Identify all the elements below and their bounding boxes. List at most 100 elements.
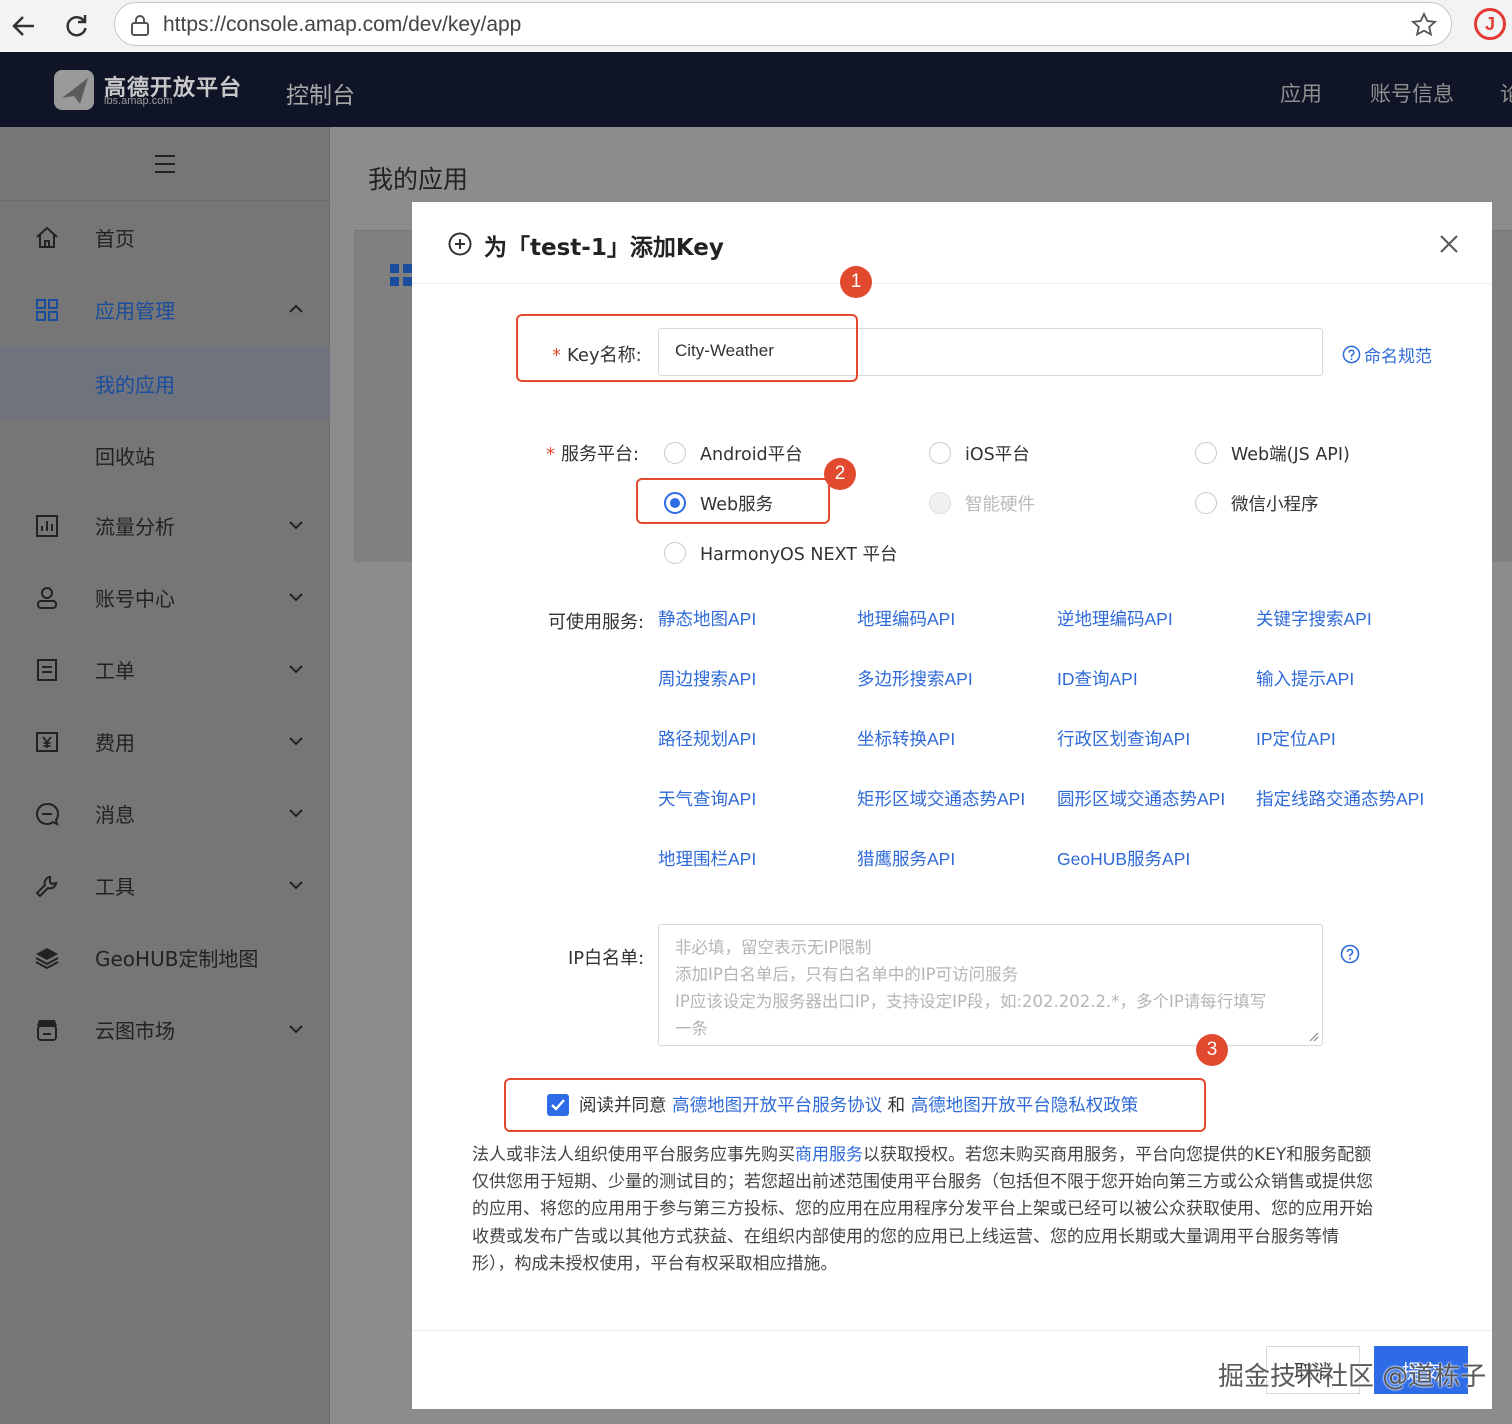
platform-label-text: 服务平台: [561, 444, 640, 465]
placeholder-line: 非必填，留空表示无IP限制 [675, 938, 872, 957]
radio-dot [664, 442, 686, 464]
sidebar-item-label: 工单 [95, 659, 135, 683]
service-link[interactable]: 静态地图API [658, 606, 756, 631]
notice-line: 收费或发布广告或以其他方式获益、在组织内部使用的您的应用已上线运营、您的应用长期… [472, 1226, 1339, 1247]
service-link[interactable]: 关键字搜索API [1256, 606, 1372, 631]
nav-more[interactable]: 论 [1500, 78, 1512, 108]
notice-line: 仅供您用于短期、少量的测试目的；若您超出前述范围使用平台服务（包括但不限于您开始… [472, 1172, 1373, 1193]
service-link[interactable]: 圆形区域交通态势API [1057, 786, 1225, 811]
radio-harmony[interactable]: HarmonyOS NEXT 平台 [664, 540, 898, 566]
close-icon[interactable] [1438, 233, 1460, 255]
app-grid-icon [390, 264, 412, 286]
wrench-icon [35, 875, 58, 898]
service-link[interactable]: 输入提示API [1256, 666, 1354, 691]
service-link[interactable]: 地理编码API [857, 606, 955, 631]
annotation-box-key-name [516, 314, 858, 382]
home-icon [36, 226, 58, 248]
profile-avatar-icon[interactable]: J [1474, 8, 1506, 40]
radio-hardware: 智能硬件 [929, 490, 1035, 516]
reload-icon [66, 15, 87, 37]
annotation-box-platform [636, 478, 830, 524]
service-link[interactable]: 路径规划API [658, 726, 756, 751]
yuan-icon [36, 732, 58, 752]
sidebar-item-tools[interactable]: 工具 [0, 857, 330, 917]
commercial-service-link[interactable]: 商用服务 [795, 1145, 863, 1165]
ip-whitelist-label: IP白名单: [568, 948, 645, 969]
sidebar-item-app-manage[interactable]: 应用管理 [0, 281, 330, 341]
radio-ios[interactable]: iOS平台 [929, 440, 1030, 466]
service-link[interactable]: 逆地理编码API [1057, 606, 1173, 631]
sidebar-item-traffic[interactable]: 流量分析 [0, 497, 330, 557]
sidebar-item-label: 回收站 [95, 445, 155, 469]
notice-line: 形），构成未授权使用，平台有权采取相应措施。 [472, 1253, 838, 1274]
chevron-up-icon [289, 304, 303, 313]
notice-line: 的应用、将您的应用用于参与第三方投标、您的应用在应用程序分发平台上架或已经可以被… [472, 1199, 1373, 1220]
sidebar-item-recycle[interactable]: 回收站 [0, 419, 330, 491]
nav-apps[interactable]: 应用 [1280, 78, 1322, 108]
sidebar-divider [0, 200, 330, 201]
sidebar-item-account[interactable]: 账号中心 [0, 569, 330, 629]
chevron-down-icon [289, 1025, 303, 1034]
chevron-down-icon [289, 521, 303, 530]
reload-button[interactable] [56, 6, 96, 46]
sidebar-item-label: 工具 [95, 875, 135, 899]
annotation-box-agreement [504, 1078, 1206, 1132]
service-link[interactable]: 坐标转换API [857, 726, 955, 751]
naming-rule-text: 命名规范 [1364, 347, 1432, 367]
radio-android[interactable]: Android平台 [664, 440, 803, 466]
sidebar-item-geohub[interactable]: GeoHUB定制地图 [0, 929, 330, 989]
add-circle-icon [448, 232, 472, 256]
logo-subtitle: lbs.amap.com [104, 95, 173, 107]
service-link[interactable]: 天气查询API [658, 786, 756, 811]
resize-handle-icon[interactable] [1307, 1030, 1319, 1042]
question-circle-icon[interactable] [1340, 944, 1360, 964]
service-link[interactable]: 指定线路交通态势API [1256, 786, 1424, 811]
sidebar-item-cloud-market[interactable]: 云图市场 [0, 1001, 330, 1061]
ip-whitelist-textarea[interactable]: 非必填，留空表示无IP限制 添加IP白名单后，只有白名单中的IP可访问服务 IP… [658, 924, 1323, 1046]
sidebar-item-label: 账号中心 [95, 587, 175, 611]
naming-rule-link[interactable]: 命名规范 [1342, 342, 1432, 367]
service-link[interactable]: 矩形区域交通态势API [857, 786, 1025, 811]
dialog-title: 为「test-1」添加Key [484, 235, 724, 261]
radio-wechat[interactable]: 微信小程序 [1195, 490, 1319, 516]
service-link[interactable]: 猎鹰服务API [857, 846, 955, 871]
chart-icon [36, 515, 58, 537]
radio-label: 智能硬件 [965, 494, 1035, 515]
bookmark-star-icon[interactable] [1411, 12, 1437, 38]
sidebar-item-label: 消息 [95, 803, 135, 827]
sidebar-item-ticket[interactable]: 工单 [0, 641, 330, 701]
app-grid-icon [36, 299, 58, 321]
service-link[interactable]: 多边形搜索API [857, 666, 973, 691]
annotation-badge: 1 [840, 266, 872, 298]
address-bar[interactable]: https://console.amap.com/dev/key/app [114, 2, 1452, 46]
sidebar-item-label: 费用 [95, 731, 135, 755]
service-link[interactable]: GeoHUB服务API [1057, 846, 1190, 871]
service-link[interactable]: 地理围栏API [658, 846, 756, 871]
annotation-badge: 2 [824, 458, 856, 490]
sidebar-item-message[interactable]: 消息 [0, 785, 330, 845]
radio-label: 微信小程序 [1231, 494, 1319, 515]
menu-toggle-icon[interactable] [153, 153, 177, 175]
store-icon [37, 1020, 57, 1041]
service-link[interactable]: 周边搜索API [658, 666, 756, 691]
console-link[interactable]: 控制台 [286, 76, 355, 110]
service-link[interactable]: IP定位API [1256, 726, 1336, 751]
radio-web-js[interactable]: Web端(JS API) [1195, 440, 1350, 466]
radio-dot [929, 492, 951, 514]
sidebar-item-my-apps[interactable]: 我的应用 [0, 347, 330, 419]
url-text: https://console.amap.com/dev/key/app [163, 13, 522, 36]
watermark: 掘金技术社区 @道栋子 [1218, 1362, 1487, 1392]
sidebar-item-fee[interactable]: 费用 [0, 713, 330, 773]
service-link[interactable]: 行政区划查询API [1057, 726, 1190, 751]
amap-logo-icon [54, 70, 94, 110]
sidebar-item-home[interactable]: 首页 [0, 209, 330, 269]
services-label: 可使用服务: [548, 612, 645, 633]
back-button[interactable] [4, 6, 44, 46]
site-info-icon[interactable] [129, 13, 151, 37]
nav-account-info[interactable]: 账号信息 [1370, 78, 1454, 108]
sidebar-item-label: 应用管理 [95, 299, 175, 323]
back-arrow-icon [12, 16, 34, 36]
chevron-down-icon [289, 809, 303, 818]
placeholder-line: IP应该设定为服务器出口IP，支持设定IP段，如:202.202.2.*，多个I… [675, 992, 1267, 1011]
service-link[interactable]: ID查询API [1057, 666, 1138, 691]
